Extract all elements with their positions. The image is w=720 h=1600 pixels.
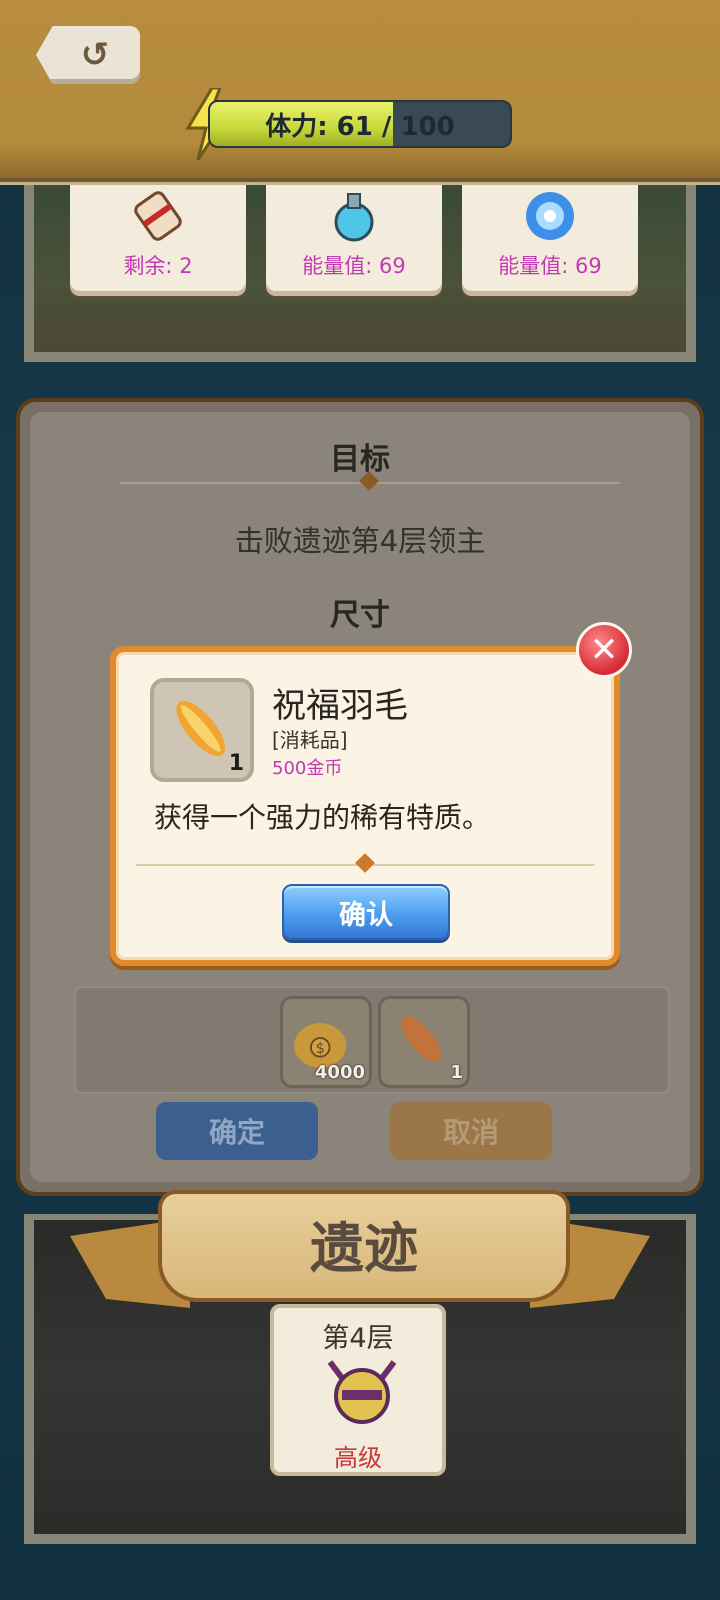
scroll-icon <box>134 191 182 241</box>
item-card-scroll[interactable]: 剩余: 2 <box>70 178 246 296</box>
objective-title: 目标 <box>330 442 390 477</box>
item-card-portal[interactable]: 能量值: 69 <box>462 178 638 296</box>
item-count: 1 <box>228 751 244 776</box>
portal-icon <box>526 192 574 240</box>
item-label: 能量值: 69 <box>498 254 602 278</box>
item-description: 获得一个强力的稀有特质。 <box>154 801 491 834</box>
item-name: 祝福羽毛 <box>272 686 408 726</box>
quest-cancel-button[interactable]: 取消 <box>390 1102 552 1160</box>
reward-slot-gold[interactable]: $ 4000 <box>280 996 372 1088</box>
quest-confirm-button[interactable]: 确定 <box>156 1102 318 1160</box>
svg-text:$: $ <box>316 1039 325 1057</box>
floor-label: 第4层 <box>322 1323 394 1354</box>
boss-skull-icon <box>327 1360 397 1424</box>
popup-divider <box>136 853 594 873</box>
item-detail-popup: 1 祝福羽毛 [消耗品] 500金币 获得一个强力的稀有特质。 确认 <box>110 646 620 966</box>
close-icon[interactable]: ✕ <box>576 622 632 678</box>
item-type: [消耗品] <box>272 728 348 752</box>
energy-bar: 体力: 61 / 100 <box>208 100 512 148</box>
items-panel: 剩余: 2 能量值: 69 能量值: 69 <box>24 178 696 362</box>
reward-count: 1 <box>450 1062 463 1083</box>
difficulty-label: 高级 <box>334 1444 382 1472</box>
energy-text: 体力: 61 / 100 <box>265 111 455 142</box>
banner-title: 遗迹 <box>310 1217 418 1280</box>
objective-text: 击败遗迹第4层领主 <box>234 524 486 558</box>
back-button[interactable]: ↺ <box>36 26 140 84</box>
popup-item-icon-box: 1 <box>150 678 254 782</box>
reward-count: 4000 <box>314 1062 365 1083</box>
item-label: 剩余: 2 <box>123 254 193 278</box>
floor-card[interactable]: 第4层 高级 <box>270 1304 446 1476</box>
divider <box>120 471 620 491</box>
feather-icon <box>401 1016 441 1062</box>
popup-confirm-button[interactable]: 确认 <box>282 884 450 940</box>
diamond-icon <box>355 853 375 873</box>
reward-slot-feather[interactable]: 1 <box>378 996 470 1088</box>
back-arrow-icon: ↺ <box>80 35 110 75</box>
reward-box: $ 4000 1 <box>74 986 670 1094</box>
potion-icon <box>334 193 374 242</box>
ruins-banner: 遗迹 <box>158 1190 570 1302</box>
item-price: 500金币 <box>272 758 343 779</box>
item-label: 能量值: 69 <box>302 254 406 278</box>
item-card-potion[interactable]: 能量值: 69 <box>266 178 442 296</box>
top-bar: ↺ 体力: 61 / 100 <box>0 0 720 182</box>
